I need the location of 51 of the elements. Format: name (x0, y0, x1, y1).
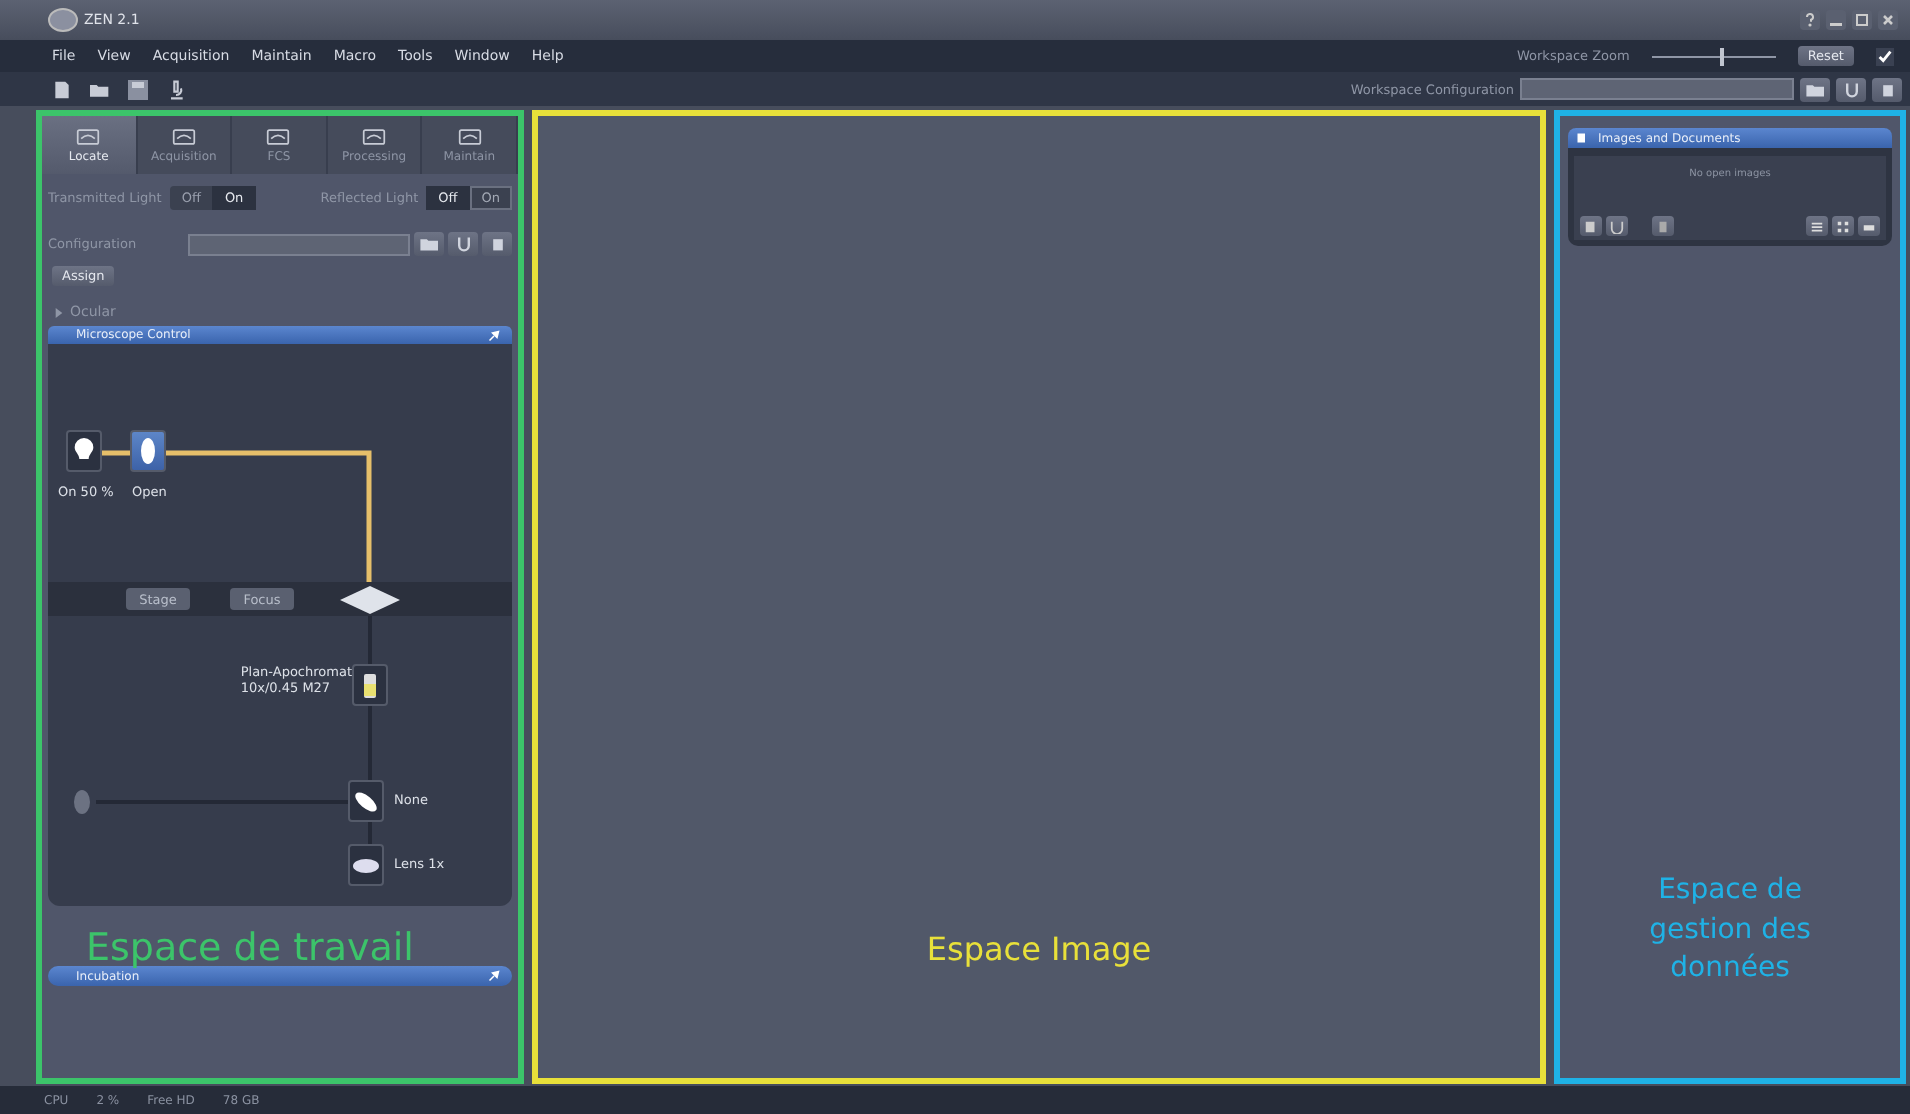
lens-icon (352, 857, 380, 873)
expand-arrow-icon (54, 307, 64, 317)
open-folder-icon (1805, 81, 1825, 97)
close-icon[interactable] (1878, 10, 1898, 30)
light-source-icon (70, 788, 94, 816)
reflector-icon (352, 787, 380, 815)
light-path-line (100, 450, 132, 456)
checkbox[interactable] (1876, 47, 1894, 65)
minimize-icon[interactable] (1826, 10, 1846, 30)
shutter-icon (140, 436, 156, 466)
help-icon[interactable] (1800, 10, 1820, 30)
annotation-label: Espace de gestion des données (1647, 872, 1813, 989)
pin-icon[interactable] (488, 329, 500, 341)
annotation-label: Espace de travail (86, 926, 414, 970)
tool-icon (266, 127, 291, 145)
list-view-button[interactable] (1806, 216, 1828, 236)
shutter-button[interactable] (130, 430, 166, 472)
pin-icon[interactable] (488, 970, 500, 982)
maximize-icon[interactable] (1852, 10, 1872, 30)
open-folder-icon (419, 236, 439, 252)
documents-icon (1576, 132, 1588, 144)
delete-button[interactable] (482, 232, 512, 256)
tool-icon (171, 127, 196, 145)
new-document-icon[interactable] (52, 79, 72, 99)
new-button[interactable] (1580, 216, 1602, 236)
lens-button[interactable] (348, 844, 384, 886)
open-folder-icon[interactable] (90, 79, 110, 99)
delete-button[interactable] (1872, 77, 1902, 101)
stage-icon (340, 586, 400, 614)
grid-view-icon (1836, 219, 1850, 233)
reflector-button[interactable] (348, 780, 384, 822)
microscope-icon[interactable] (166, 79, 186, 99)
save-button[interactable] (1836, 77, 1866, 101)
tool-icon (76, 127, 101, 145)
workspace-configuration-field[interactable] (1520, 78, 1794, 100)
logo-icon (48, 8, 78, 32)
delete-button[interactable] (1652, 216, 1674, 236)
tool-icon (457, 127, 482, 145)
lamp-button[interactable] (66, 430, 102, 472)
save-button[interactable] (1606, 216, 1628, 236)
lamp-icon (72, 437, 96, 465)
save-button[interactable] (448, 232, 478, 256)
grid-view-button[interactable] (1832, 216, 1854, 236)
objective-icon (362, 671, 378, 699)
tool-icon (362, 127, 387, 145)
open-folder-button[interactable] (414, 232, 444, 256)
annotation-label: Espace Image (926, 930, 1152, 968)
gallery-view-button[interactable] (1858, 216, 1880, 236)
objective-button[interactable] (352, 664, 388, 706)
open-folder-button[interactable] (1800, 77, 1830, 101)
list-view-icon (1810, 219, 1824, 233)
